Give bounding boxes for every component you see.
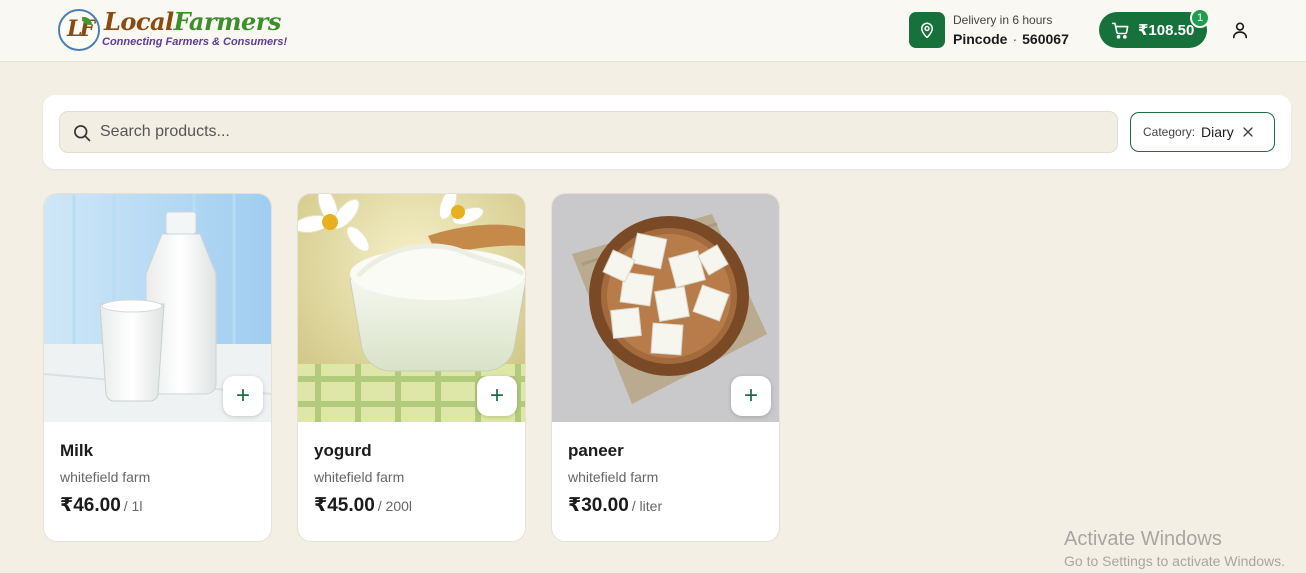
map-pin-icon	[921, 22, 933, 39]
product-name[interactable]: Milk	[60, 441, 93, 461]
search-input[interactable]	[100, 112, 1100, 152]
product-farm: whitefield farm	[314, 469, 405, 485]
product-name[interactable]: paneer	[568, 441, 624, 461]
pincode-separator: ·	[1012, 31, 1018, 47]
logo-title-farmers: Farmers	[173, 7, 282, 36]
category-filter-chip[interactable]: Category: Diary	[1130, 112, 1275, 152]
price-unit: / 1l	[123, 498, 143, 514]
pincode-label: Pincode	[953, 31, 1008, 47]
search-box[interactable]	[59, 111, 1118, 153]
product-price: ₹46.00/ 1l	[60, 494, 142, 517]
cart-count-badge: 1	[1190, 8, 1210, 28]
user-account-button[interactable]	[1230, 20, 1250, 40]
close-icon[interactable]	[1243, 124, 1253, 140]
logo[interactable]: LF LocalFarmers Connecting Farmers & Con…	[58, 7, 298, 53]
product-card-paneer[interactable]: + paneer whitefield farm ₹30.00/ liter	[551, 193, 780, 542]
cart-total: ₹108.50	[1138, 22, 1195, 39]
price-unit: / liter	[631, 498, 663, 514]
add-to-cart-button[interactable]: +	[731, 376, 771, 416]
pincode-value: 560067	[1022, 31, 1069, 47]
shopping-cart-icon	[1111, 22, 1129, 39]
price-unit: / 200l	[377, 498, 413, 514]
logo-title-local: Local	[104, 7, 174, 36]
add-to-cart-button[interactable]: +	[223, 376, 263, 416]
product-name[interactable]: yogurd	[314, 441, 372, 461]
price-amount: ₹45.00	[314, 495, 375, 516]
location-button[interactable]	[909, 12, 945, 48]
logo-title: LocalFarmers	[104, 7, 281, 36]
product-farm: whitefield farm	[568, 469, 659, 485]
top-header: LF LocalFarmers Connecting Farmers & Con…	[0, 0, 1306, 62]
activate-windows-subtitle: Go to Settings to activate Windows.	[1064, 553, 1285, 569]
search-panel: Category: Diary	[43, 95, 1291, 169]
logo-subtitle: Connecting Farmers & Consumers!	[102, 36, 288, 48]
logo-mark: LF	[58, 9, 100, 51]
pincode-display[interactable]: Pincode · 560067	[953, 31, 1069, 47]
category-filter-label: Category:	[1143, 125, 1196, 139]
product-price: ₹30.00/ liter	[568, 494, 662, 517]
product-farm: whitefield farm	[60, 469, 151, 485]
search-icon	[74, 125, 91, 142]
price-amount: ₹46.00	[60, 495, 121, 516]
product-card-yogurd[interactable]: + yogurd whitefield farm ₹45.00/ 200l	[297, 193, 526, 542]
product-card-milk[interactable]: + Milk whitefield farm ₹46.00/ 1l	[43, 193, 272, 542]
delivery-time-text: Delivery in 6 hours	[953, 13, 1053, 27]
user-icon	[1232, 22, 1248, 39]
add-to-cart-button[interactable]: +	[477, 376, 517, 416]
activate-windows-title: Activate Windows	[1064, 528, 1222, 550]
product-price: ₹45.00/ 200l	[314, 494, 412, 517]
category-filter-value: Diary	[1201, 124, 1234, 140]
price-amount: ₹30.00	[568, 495, 629, 516]
